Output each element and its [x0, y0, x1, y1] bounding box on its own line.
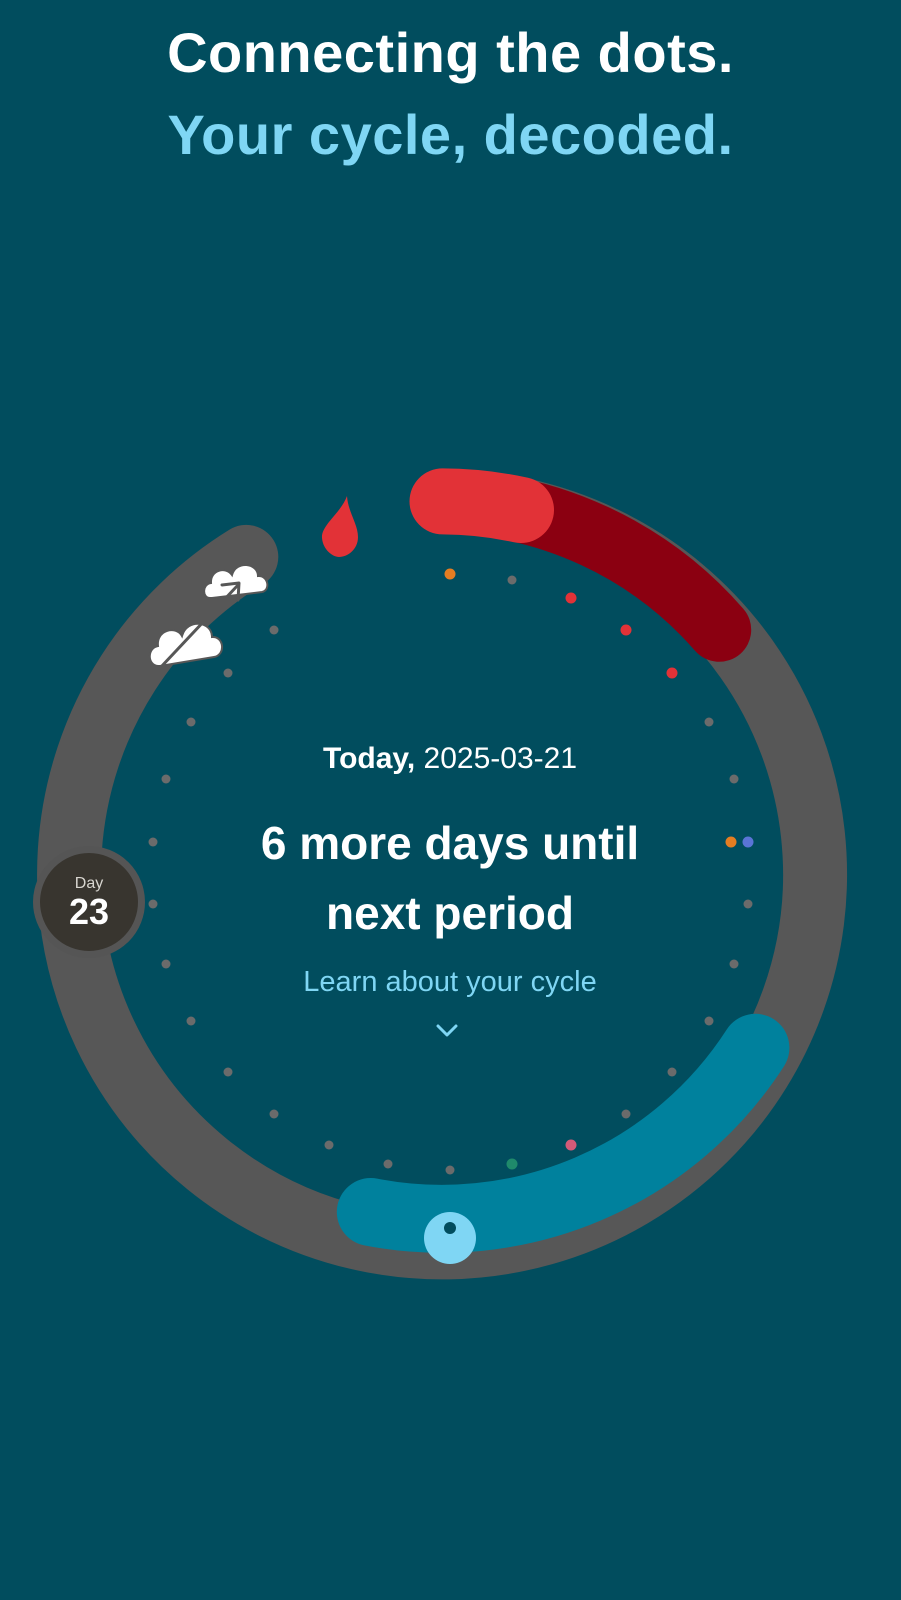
- ovulation-egg-icon[interactable]: [424, 1212, 476, 1264]
- day-dot: [148, 899, 158, 909]
- day-dot: [666, 667, 678, 679]
- day-dot: [324, 1140, 334, 1150]
- day-dot: [444, 568, 456, 580]
- day-dot: [667, 1067, 677, 1077]
- days-until-line-1: 6 more days until: [260, 817, 640, 869]
- day-dot: [621, 1109, 631, 1119]
- day-dot: [743, 899, 753, 909]
- day-dot: [223, 1067, 233, 1077]
- day-dot: [729, 959, 739, 969]
- day-dot: [269, 625, 279, 635]
- cycle-ring[interactable]: [0, 0, 901, 1600]
- current-day-badge[interactable]: Day 23: [33, 846, 145, 958]
- days-until-period: 6 more days until next period: [200, 808, 700, 948]
- day-dot: [383, 1159, 393, 1169]
- day-dot: [506, 1158, 518, 1170]
- day-dot: [186, 717, 196, 727]
- day-dot: [223, 668, 233, 678]
- day-dot: [729, 774, 739, 784]
- fertile-window-arc[interactable]: [336, 1013, 790, 1253]
- blood-drop-icon: [321, 496, 358, 557]
- chevron-down-icon[interactable]: [436, 1023, 458, 1039]
- day-dot: [565, 1139, 577, 1151]
- today-line: Today, 2025-03-21: [200, 742, 700, 776]
- day-dot: [742, 836, 754, 848]
- period-logged-arc[interactable]: [409, 468, 554, 543]
- day-dot: [565, 592, 577, 604]
- days-until-line-2: next period: [326, 887, 574, 939]
- day-dot: [704, 717, 714, 727]
- day-dot: [620, 624, 632, 636]
- day-dot: [186, 1016, 196, 1026]
- day-dot: [445, 1165, 455, 1175]
- day-dot: [269, 1109, 279, 1119]
- day-dot: [161, 774, 171, 784]
- day-dot: [725, 836, 737, 848]
- today-label: Today,: [322, 742, 416, 775]
- learn-about-cycle-link[interactable]: Learn about your cycle: [200, 966, 700, 999]
- day-number: 23: [68, 891, 110, 932]
- day-dot: [704, 1016, 714, 1026]
- day-dot: [161, 959, 171, 969]
- today-date: 2025-03-21: [423, 742, 578, 775]
- day-dot: [507, 575, 517, 585]
- day-dot: [148, 837, 158, 847]
